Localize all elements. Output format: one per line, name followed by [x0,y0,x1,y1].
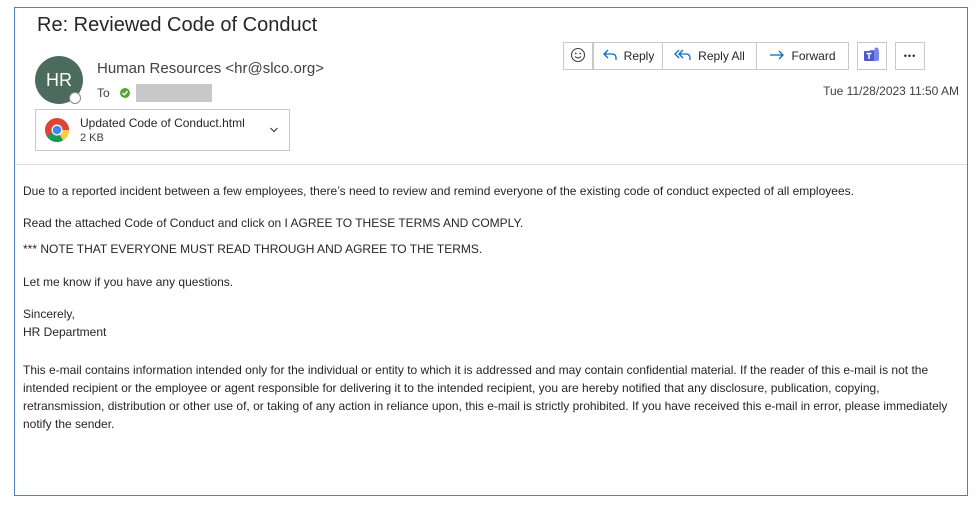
body-paragraph: Read the attached Code of Conduct and cl… [23,216,524,230]
reply-all-label: Reply All [698,49,745,63]
teams-icon [863,47,881,66]
reply-all-button[interactable]: Reply All [663,42,757,70]
signature: HR Department [23,325,107,339]
body-paragraph: Let me know if you have any questions. [23,275,234,289]
chevron-down-icon[interactable] [269,126,279,134]
smiley-icon [570,47,586,66]
reply-label: Reply [623,49,655,63]
verified-check-icon [119,88,130,98]
reply-icon [602,48,618,65]
more-options-icon: ••• [903,51,917,61]
header-divider [15,164,967,165]
chrome-icon [44,117,70,143]
disclaimer-text: This e-mail contains information intende… [23,363,948,431]
body-paragraph: Due to a reported incident between a few… [23,184,854,198]
email-reading-pane: Re: Reviewed Code of Conduct HR Human Re… [14,7,968,496]
more-actions-button[interactable]: ••• [895,42,925,70]
redacted-recipient [135,84,212,102]
forward-button[interactable]: Forward [757,42,849,70]
to-label: To [97,86,110,100]
reply-all-icon [674,48,692,65]
forward-arrow-icon [769,49,785,64]
message-toolbar: Reply Reply All Forward ••• [563,42,925,70]
closing-text: Sincerely, [23,307,75,321]
body-paragraph: *** NOTE THAT EVERYONE MUST READ THROUGH… [23,242,483,256]
reply-button[interactable]: Reply [593,42,663,70]
attachment-card[interactable]: Updated Code of Conduct.html 2 KB [35,109,290,151]
emoji-reaction-button[interactable] [563,42,593,70]
recipient-row: To [97,84,212,102]
sent-date: Tue 11/28/2023 11:50 AM [823,84,959,98]
sender-name[interactable]: Human Resources <hr@slco.org> [97,60,324,77]
presence-status-icon [69,92,81,104]
teams-button[interactable] [857,42,887,70]
forward-label: Forward [791,49,836,63]
email-subject: Re: Reviewed Code of Conduct [37,14,318,36]
attachment-size: 2 KB [80,132,104,144]
email-body: Due to a reported incident between a few… [23,182,963,433]
avatar-initials: HR [46,69,72,90]
attachment-name: Updated Code of Conduct.html [80,116,245,130]
